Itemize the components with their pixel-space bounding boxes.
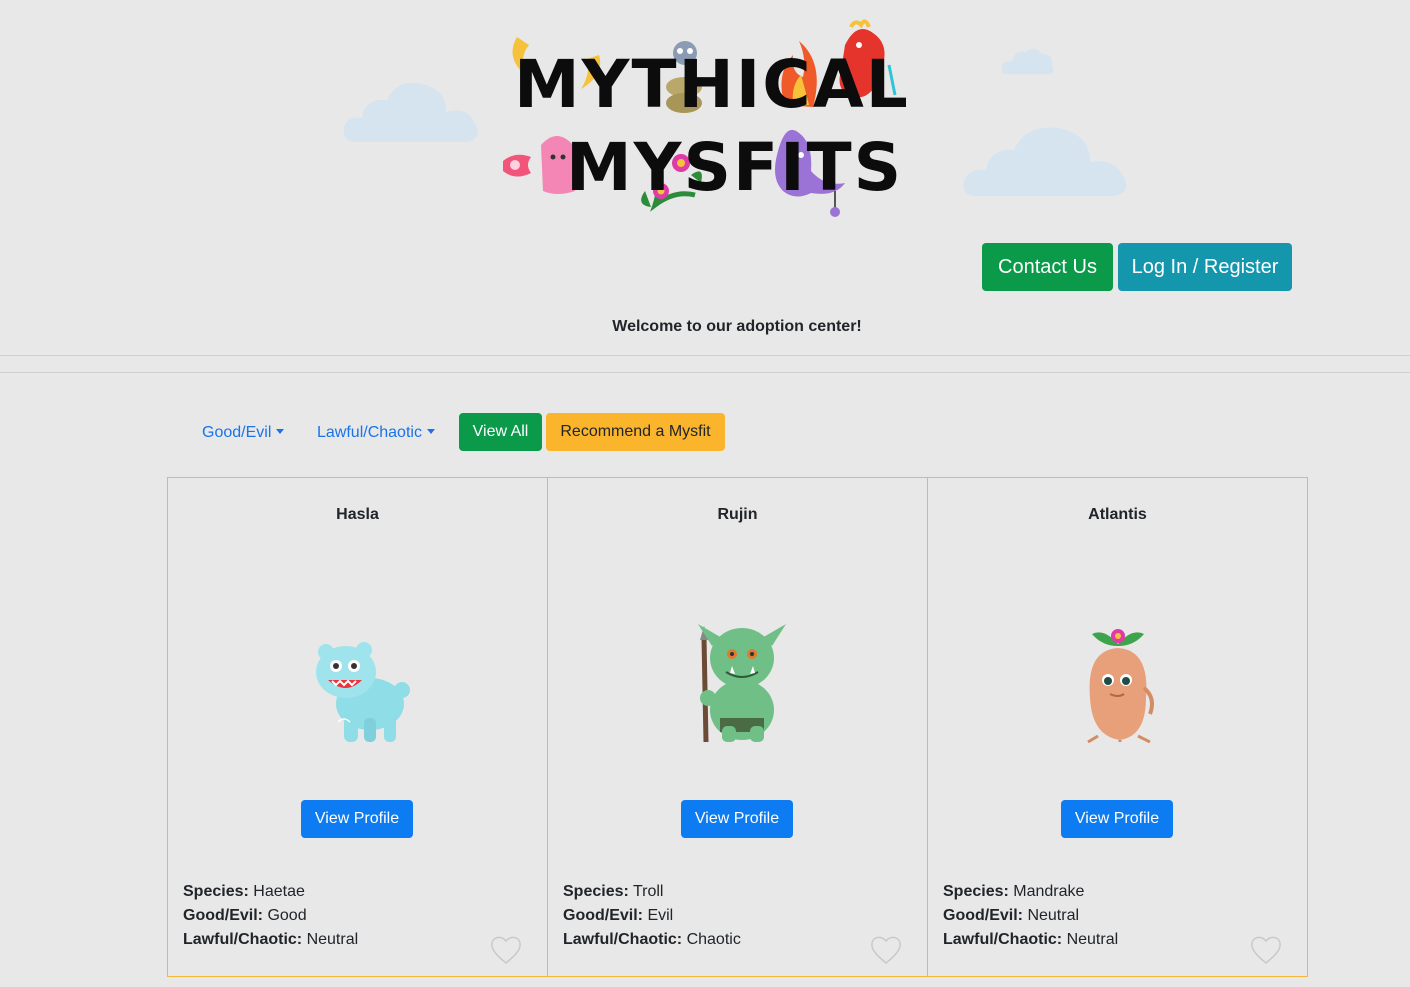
divider-bottom (0, 372, 1410, 373)
mysfit-name: Hasla (336, 506, 379, 523)
good-evil-dropdown[interactable]: Good/Evil (202, 413, 285, 451)
good-evil-dropdown-label: Good/Evil (202, 424, 272, 441)
good-evil-value: Good (267, 907, 307, 924)
species-value: Mandrake (1013, 883, 1085, 900)
good-evil-label: Good/Evil: (943, 907, 1023, 924)
login-register-button[interactable]: Log In / Register (1118, 243, 1292, 291)
mysfit-details: Species: Troll Good/Evil: Evil Lawful/Ch… (563, 880, 741, 952)
lawful-chaotic-label: Lawful/Chaotic: (563, 931, 683, 948)
mysfit-grid: Hasla View Profile Species: Haetae Good/… (167, 477, 1308, 987)
mysfit-card: Rujin View Profile Species: Troll Good/E… (547, 477, 928, 977)
good-evil-value: Evil (647, 907, 674, 924)
cloud-small-icon (1001, 48, 1054, 74)
welcome-message: Welcome to our adoption center! (612, 318, 862, 335)
lawful-chaotic-label: Lawful/Chaotic: (943, 931, 1063, 948)
mysfit-details: Species: Haetae Good/Evil: Good Lawful/C… (183, 880, 358, 952)
species-label: Species: (563, 883, 629, 900)
view-profile-button[interactable]: View Profile (301, 800, 413, 838)
site-header: MYTHICAL MYSFITS (0, 0, 1410, 230)
divider-top (0, 355, 1410, 356)
contact-us-button[interactable]: Contact Us (982, 243, 1113, 291)
species-value: Troll (632, 883, 664, 900)
species-label: Species: (183, 883, 249, 900)
lawful-chaotic-value: Chaotic (686, 931, 741, 948)
lawful-chaotic-value: Neutral (306, 931, 359, 948)
caret-down-icon (426, 429, 435, 434)
logo-title-line2: MYSFITS (566, 129, 904, 206)
logo-title-line1: MYTHICAL (514, 46, 910, 123)
species-value: Haetae (253, 883, 305, 900)
heart-icon[interactable] (870, 935, 902, 965)
good-evil-label: Good/Evil: (563, 907, 643, 924)
recommend-mysfit-button[interactable]: Recommend a Mysfit (546, 413, 725, 451)
mysfit-details: Species: Mandrake Good/Evil: Neutral Law… (943, 880, 1118, 952)
mysfit-card: Hasla View Profile Species: Haetae Good/… (167, 477, 548, 977)
view-profile-button[interactable]: View Profile (681, 800, 793, 838)
heart-icon[interactable] (1250, 935, 1282, 965)
good-evil-value: Neutral (1027, 907, 1080, 924)
view-all-button[interactable]: View All (459, 413, 542, 451)
mysfit-card: Atlantis View Profile Species: Mandrake … (927, 477, 1308, 977)
cloud-right-icon (963, 127, 1127, 196)
good-evil-label: Good/Evil: (183, 907, 263, 924)
heart-icon[interactable] (490, 935, 522, 965)
lawful-chaotic-dropdown[interactable]: Lawful/Chaotic (317, 413, 435, 451)
species-label: Species: (943, 883, 1009, 900)
troll-icon (698, 624, 786, 743)
lawful-chaotic-dropdown-label: Lawful/Chaotic (317, 424, 422, 441)
mysfit-name: Rujin (717, 506, 758, 523)
lawful-chaotic-label: Lawful/Chaotic: (183, 931, 303, 948)
haetae-icon (316, 642, 410, 742)
cloud-left-icon (343, 82, 478, 142)
view-profile-button[interactable]: View Profile (1061, 800, 1173, 838)
mandrake-icon (1087, 629, 1154, 743)
lawful-chaotic-value: Neutral (1066, 931, 1119, 948)
mysfit-name: Atlantis (1088, 506, 1147, 523)
caret-down-icon (276, 429, 285, 434)
filter-bar: Good/Evil Lawful/Chaotic View All Recomm… (0, 413, 1410, 451)
